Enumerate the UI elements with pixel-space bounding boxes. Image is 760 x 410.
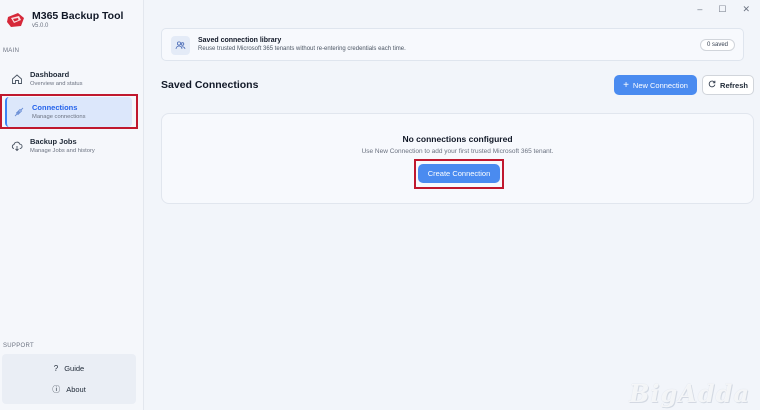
watermark-logo: BigAdda	[629, 379, 750, 408]
empty-state-title: No connections configured	[402, 134, 513, 144]
saved-count-badge: 0 saved	[699, 39, 735, 51]
minimize-button[interactable]: –	[697, 4, 702, 15]
refresh-label: Refresh	[720, 80, 748, 90]
empty-state-subtitle: Use New Connection to add your first tru…	[361, 148, 554, 155]
app-version: v5.0.0	[32, 23, 49, 29]
plus-icon: +	[623, 79, 629, 91]
window-controls: – ☐ ✕	[697, 4, 750, 15]
users-icon	[171, 36, 190, 55]
page-title: Saved Connections	[161, 79, 259, 91]
sidebar-item-sub: Manage Jobs and history	[30, 148, 95, 154]
maximize-button[interactable]: ☐	[718, 4, 726, 15]
sidebar-item-sub: Overview and status	[30, 81, 83, 87]
section-label-main: MAIN	[3, 48, 20, 54]
sidebar-item-label: Dashboard	[30, 70, 70, 79]
sidebar: M365 Backup Tool v5.0.0 MAIN Dashboard O…	[0, 0, 144, 410]
banner-title: Saved connection library	[198, 37, 282, 44]
app-logo-icon	[7, 13, 24, 27]
banner-subtitle: Reuse trusted Microsoft 365 tenants with…	[198, 46, 406, 52]
sidebar-item-label: Backup Jobs	[30, 137, 77, 146]
app-title: M365 Backup Tool	[32, 10, 124, 22]
annotation-highlight-create	[414, 159, 504, 189]
annotation-highlight-connections	[0, 94, 138, 129]
home-icon	[10, 72, 24, 86]
new-connection-button[interactable]: + New Connection	[614, 75, 697, 95]
guide-button[interactable]: ? Guide	[2, 359, 136, 377]
new-connection-label: New Connection	[632, 80, 688, 90]
section-label-support: SUPPORT	[3, 343, 34, 349]
info-banner: Saved connection library Reuse trusted M…	[161, 28, 744, 61]
info-icon: ⓘ	[52, 384, 61, 394]
brand: M365 Backup Tool v5.0.0	[6, 10, 123, 30]
refresh-button[interactable]: Refresh	[702, 75, 754, 95]
about-label: About	[66, 384, 86, 394]
close-button[interactable]: ✕	[742, 4, 750, 15]
question-icon: ?	[53, 363, 59, 373]
cloud-download-icon	[10, 139, 24, 153]
main-content: – ☐ ✕ Saved connection library Reuse tru…	[145, 0, 760, 410]
sidebar-item-backup-jobs[interactable]: Backup Jobs Manage Jobs and history	[5, 131, 132, 161]
sidebar-item-dashboard[interactable]: Dashboard Overview and status	[5, 64, 132, 94]
guide-label: Guide	[64, 363, 85, 373]
empty-state-panel: No connections configured Use New Connec…	[161, 113, 754, 204]
about-button[interactable]: ⓘ About	[2, 380, 136, 398]
support-panel: ? Guide ⓘ About	[2, 354, 136, 404]
refresh-icon	[708, 80, 716, 90]
